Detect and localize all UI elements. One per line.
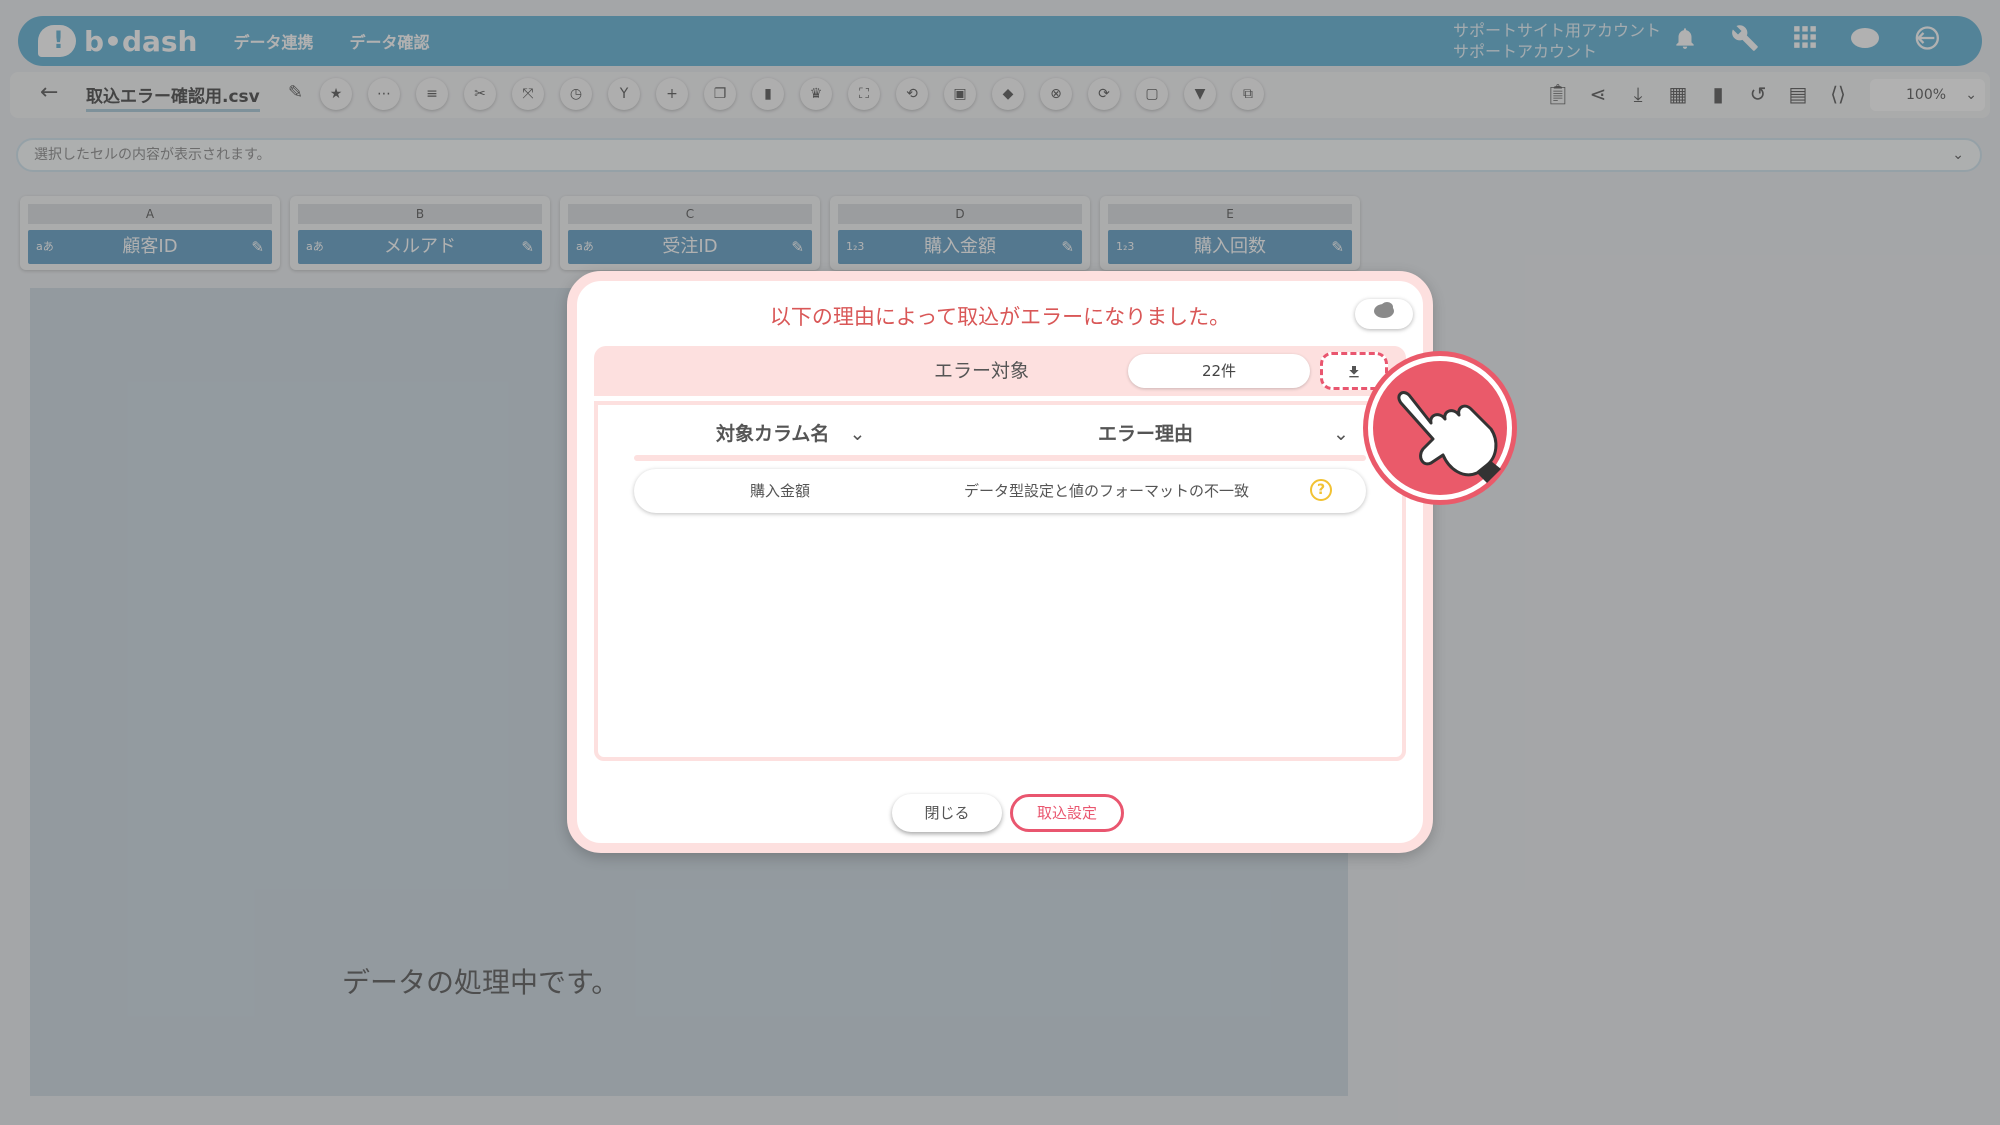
chevron-down-icon[interactable]: ⌄ — [1333, 423, 1349, 445]
help-cloud-button[interactable] — [1355, 299, 1413, 329]
pointer-callout — [1368, 356, 1512, 500]
download-icon — [1349, 365, 1359, 377]
error-count: 22件 — [1128, 354, 1310, 388]
list-item[interactable]: 購入金額 データ型設定と値のフォーマットの不一致 ? — [634, 469, 1366, 513]
import-error-dialog: 以下の理由によって取込がエラーになりました。 エラー対象 22件 対象カラム名 ⌄… — [567, 271, 1433, 853]
column-header-reason[interactable]: エラー理由 ⌄ — [1098, 419, 1349, 446]
error-column-name: 購入金額 — [750, 482, 811, 500]
dialog-title: 以下の理由によって取込がエラーになりました。 — [769, 305, 1231, 329]
column-header-target[interactable]: 対象カラム名 ⌄ — [716, 419, 865, 446]
close-button[interactable]: 閉じる — [892, 794, 1002, 832]
error-target-label: エラー対象 — [934, 360, 1030, 382]
error-reason: データ型設定と値のフォーマットの不一致 — [964, 482, 1250, 500]
cloud-icon — [1374, 302, 1394, 318]
column-header-target-label: 対象カラム名 — [716, 423, 830, 445]
error-target-header: エラー対象 22件 — [594, 346, 1406, 396]
error-list: 対象カラム名 ⌄ エラー理由 ⌄ 購入金額 データ型設定と値のフォーマットの不一致 … — [594, 401, 1406, 761]
question-icon[interactable]: ? — [1310, 479, 1332, 501]
import-settings-button[interactable]: 取込設定 — [1010, 794, 1124, 832]
header-divider — [634, 455, 1366, 461]
hand-pointer-icon — [1397, 391, 1501, 483]
column-header-reason-label: エラー理由 — [1098, 423, 1194, 445]
chevron-down-icon[interactable]: ⌄ — [849, 423, 865, 445]
